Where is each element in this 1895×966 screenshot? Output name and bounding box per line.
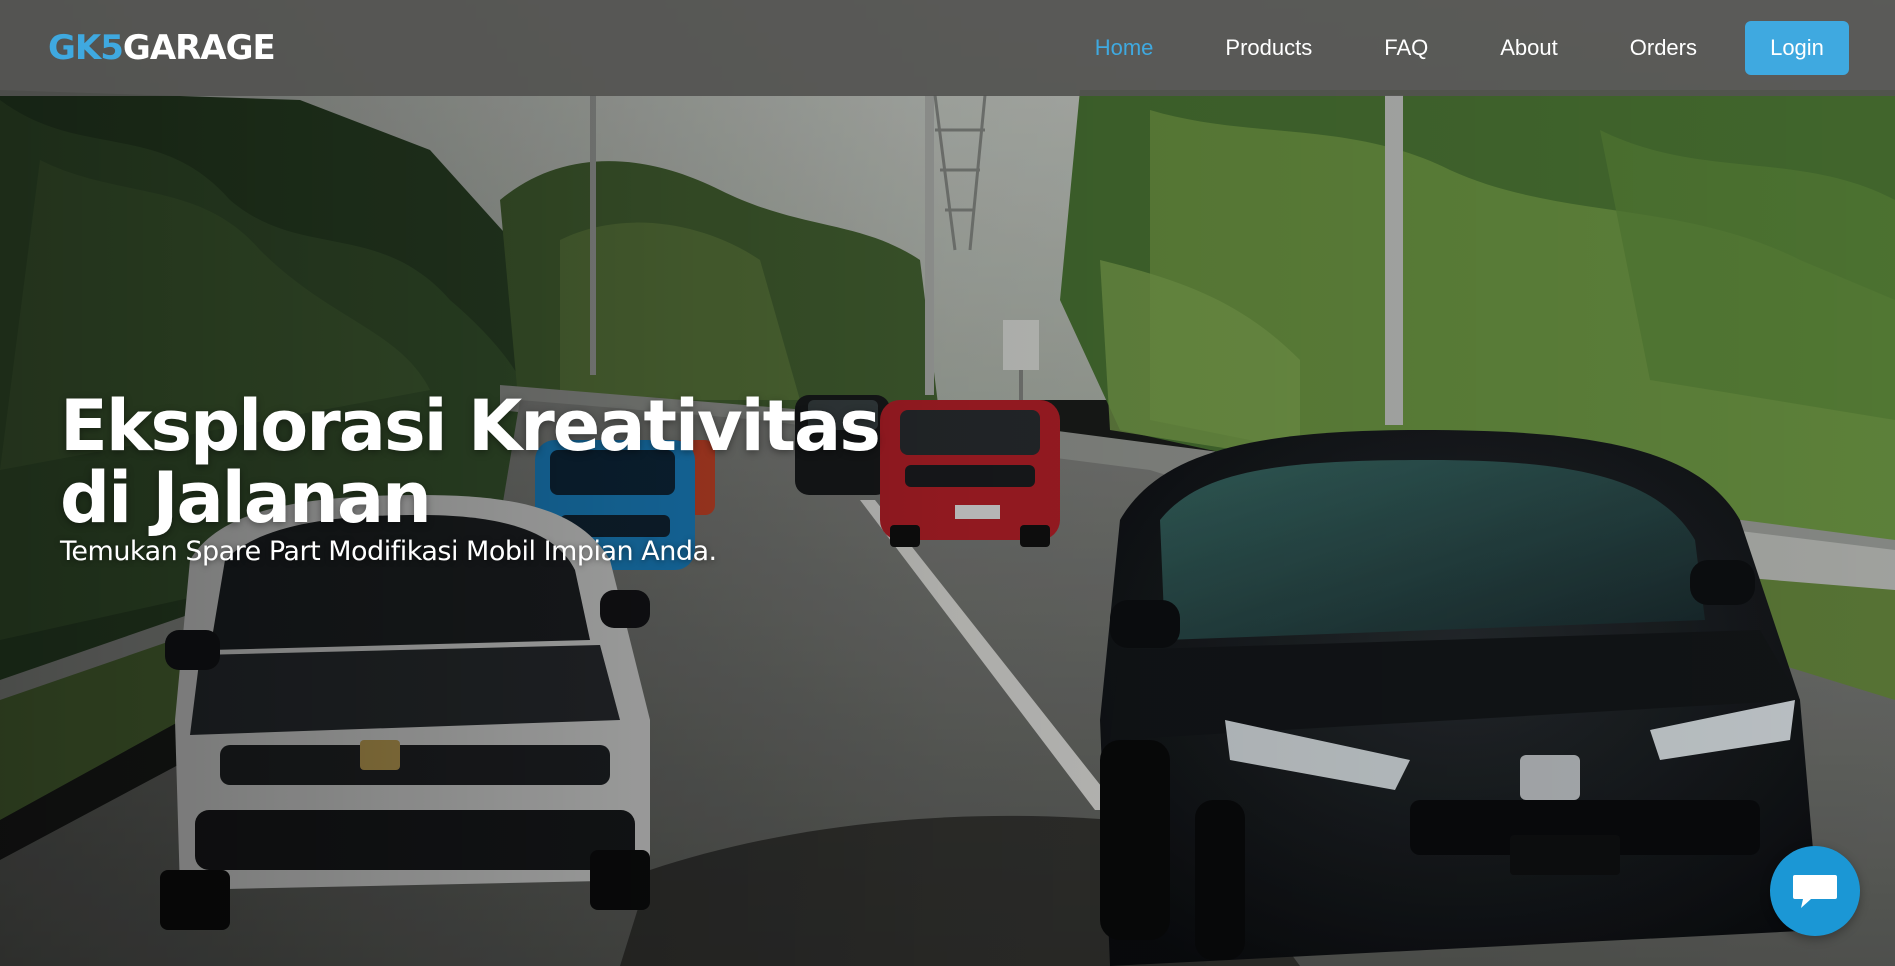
hero-title: Eksplorasi Kreativitas di Jalanan — [60, 385, 881, 539]
nav-faq[interactable]: FAQ — [1384, 35, 1428, 61]
navbar: GK5GARAGE Home Products FAQ About Orders… — [0, 0, 1895, 96]
brand-logo[interactable]: GK5GARAGE — [48, 28, 276, 68]
login-button[interactable]: Login — [1745, 21, 1849, 75]
hero-subtitle: Temukan Spare Part Modifikasi Mobil Impi… — [60, 536, 717, 567]
nav-home[interactable]: Home — [1095, 35, 1154, 61]
nav-about[interactable]: About — [1500, 35, 1558, 61]
page: GK5GARAGE Home Products FAQ About Orders… — [0, 0, 1895, 966]
hero-text: Eksplorasi Kreativitas di Jalanan Temuka… — [60, 390, 960, 567]
nav-products[interactable]: Products — [1225, 35, 1312, 61]
nav-orders[interactable]: Orders — [1630, 35, 1697, 61]
brand-logo-part1: GK5 — [48, 28, 124, 68]
chat-bubble-icon — [1793, 875, 1837, 908]
nav-links: Home Products FAQ About Orders Login — [1023, 21, 1849, 75]
chat-button[interactable] — [1770, 846, 1860, 936]
brand-logo-part2: GARAGE — [122, 28, 276, 68]
